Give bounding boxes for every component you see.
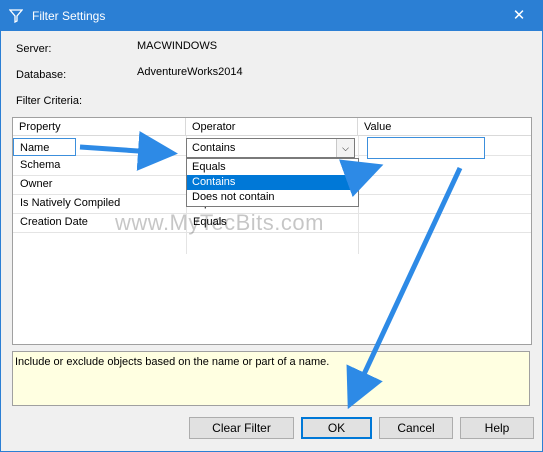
column-header-value[interactable]: Value: [358, 118, 531, 136]
property-cell-name[interactable]: Name: [13, 138, 76, 156]
dropdown-option-equals[interactable]: Equals: [187, 160, 356, 175]
help-button[interactable]: Help: [460, 417, 534, 439]
database-value: AdventureWorks2014: [137, 66, 243, 78]
property-cell: Owner: [20, 178, 53, 190]
server-label: Server:: [16, 43, 52, 55]
column-header-property[interactable]: Property: [13, 118, 186, 136]
property-cell: Schema: [20, 159, 61, 171]
close-icon: ✕: [512, 7, 526, 24]
dropdown-option-contains[interactable]: Contains: [187, 175, 356, 190]
description-text: Include or exclude objects based on the …: [15, 356, 330, 368]
database-label: Database:: [16, 69, 67, 81]
property-cell: Is Natively Compiled: [20, 197, 121, 209]
description-panel: Include or exclude objects based on the …: [12, 351, 530, 406]
chevron-down-icon[interactable]: ⌵: [336, 139, 354, 157]
window-title: Filter Settings: [32, 9, 106, 23]
value-input[interactable]: [367, 137, 485, 159]
clear-filter-button[interactable]: Clear Filter: [189, 417, 294, 439]
watermark: www.MyTecBits.com: [115, 210, 324, 235]
operator-selected-value: Contains: [192, 142, 236, 154]
property-cell: Creation Date: [20, 216, 88, 228]
ok-button[interactable]: OK: [301, 417, 372, 439]
close-button[interactable]: ✕: [496, 1, 542, 31]
cancel-button[interactable]: Cancel: [379, 417, 453, 439]
dropdown-option-does-not-contain[interactable]: Does not contain: [187, 190, 356, 205]
filter-criteria-label: Filter Criteria:: [16, 95, 83, 107]
server-value: MACWINDOWS: [137, 40, 218, 52]
operator-combobox[interactable]: Contains ⌵: [186, 138, 355, 158]
operator-dropdown-list[interactable]: Equals Contains Does not contain: [186, 158, 359, 207]
column-header-operator[interactable]: Operator: [186, 118, 358, 136]
filter-icon: [9, 9, 23, 23]
title-bar: Filter Settings ✕: [1, 1, 542, 31]
